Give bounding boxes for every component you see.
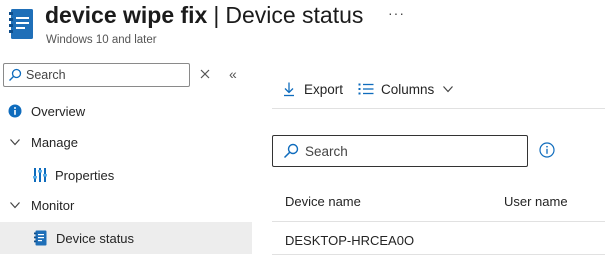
device-status-icon [34, 230, 47, 246]
sidebar-item-label: Overview [31, 103, 86, 119]
info-icon [8, 104, 22, 118]
sidebar-item-device-status[interactable]: Device status [0, 222, 252, 254]
info-icon[interactable] [539, 142, 555, 158]
sidebar-item-overview[interactable]: Overview [0, 95, 252, 127]
sidebar-item-label: Properties [55, 167, 115, 183]
more-options-button[interactable]: ··· [388, 5, 405, 21]
columns-icon [358, 83, 374, 95]
device-name-cell[interactable]: DESKTOP-HRCEA0O [285, 233, 414, 248]
table-header: Device name User name [272, 186, 605, 222]
collapse-sidebar-icon[interactable]: « [229, 66, 237, 82]
toolbar-divider [272, 108, 605, 109]
close-icon[interactable] [198, 67, 212, 81]
command-bar: Export Columns [272, 78, 454, 100]
download-icon [284, 82, 294, 97]
chevron-down-icon [443, 86, 454, 93]
sidebar-item-label: Monitor [31, 197, 75, 213]
properties-icon [33, 168, 47, 182]
blade-title: Device status [225, 2, 364, 28]
columns-button[interactable]: Columns [358, 82, 454, 97]
sidebar-group-manage[interactable]: Manage [0, 126, 252, 158]
columns-label: Columns [381, 81, 435, 97]
configuration-profile-icon [9, 9, 33, 39]
sidebar-search-input[interactable] [26, 68, 176, 82]
table-row[interactable]: DESKTOP-HRCEA0O [272, 223, 605, 255]
search-icon [283, 143, 299, 159]
title-separator: | [213, 2, 220, 28]
sidebar-item-label: Device status [56, 230, 135, 246]
sidebar-item-label: Manage [31, 134, 78, 150]
chevron-down-icon [10, 202, 20, 209]
column-header-device-name[interactable]: Device name [285, 194, 361, 209]
export-button[interactable]: Export [272, 81, 343, 97]
chevron-down-icon [10, 139, 20, 146]
sidebar-group-monitor[interactable]: Monitor [0, 189, 252, 221]
profile-name: device wipe fix [45, 2, 208, 28]
export-label: Export [304, 81, 344, 97]
search-icon [9, 68, 22, 81]
main-search-box[interactable] [272, 135, 528, 167]
main-search-input[interactable] [305, 143, 515, 159]
column-header-user-name[interactable]: User name [504, 194, 568, 209]
sidebar-item-properties[interactable]: Properties [0, 159, 252, 191]
page-subtitle: Windows 10 and later [46, 34, 157, 46]
sidebar-search-box[interactable] [3, 63, 190, 87]
sidebar: « Overview Manage Properties Monitor [0, 58, 252, 263]
page-header: device wipe fix | Device status ··· Wind… [0, 0, 605, 54]
page-title: device wipe fix | Device status [45, 2, 363, 29]
